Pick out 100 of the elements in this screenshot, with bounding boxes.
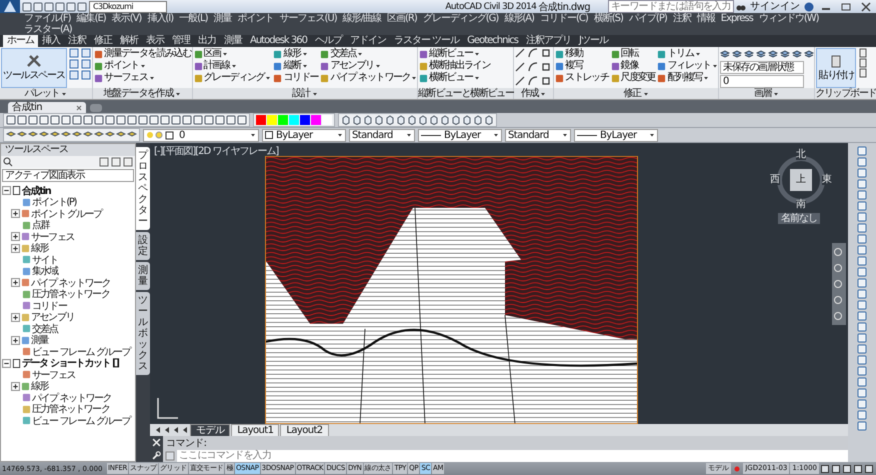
ribbon-button[interactable]: 回転 xyxy=(620,48,638,60)
draw-tool-icon[interactable] xyxy=(528,48,538,58)
ribbon-tab[interactable]: 出力 xyxy=(194,35,220,47)
menu-item[interactable]: 注釈 xyxy=(672,13,691,24)
palette-icon[interactable] xyxy=(68,70,79,80)
logo-icon[interactable] xyxy=(0,0,20,13)
ribbon-button[interactable]: アセンブリ xyxy=(330,60,374,72)
ribbon-tab[interactable]: Geotechnics xyxy=(463,35,522,47)
tree-toggle-icon[interactable] xyxy=(11,382,20,391)
color-swatch[interactable] xyxy=(300,115,310,125)
dropdown-arrow-icon[interactable] xyxy=(493,132,499,138)
tree-item[interactable]: アセンブリ xyxy=(31,310,74,324)
ribbon-tab[interactable]: ヘルプ xyxy=(310,35,346,47)
tree-toggle-icon[interactable] xyxy=(11,209,20,218)
ribbon-tab[interactable]: 測量 xyxy=(220,35,246,47)
ribbon-button[interactable]: 測量データを読み込む xyxy=(104,48,192,60)
ribbon-button[interactable]: 交差点 xyxy=(330,48,356,60)
tree-item[interactable]: 集水域 xyxy=(32,264,58,278)
side-tab[interactable]: ツールボックス xyxy=(136,292,150,375)
dropdown-arrow-icon[interactable] xyxy=(703,75,710,81)
dropdown-arrow-icon[interactable] xyxy=(642,90,649,96)
dropdown-arrow-icon[interactable] xyxy=(562,132,568,138)
clipboard-icon[interactable] xyxy=(858,58,868,68)
ribbon-tab[interactable]: 注釈アプリ xyxy=(522,35,575,47)
ucs-menu[interactable]: 名前なし xyxy=(778,213,820,224)
tree-toggle-icon[interactable] xyxy=(11,232,20,242)
ribbon-tab[interactable]: 修正 xyxy=(90,35,116,47)
menu-item[interactable]: Express xyxy=(720,13,753,24)
draw-tool-icon[interactable] xyxy=(515,48,526,58)
ribbon-tab[interactable]: Autodesk 360 xyxy=(246,35,311,47)
menu-item[interactable]: サーフェス(U) xyxy=(279,13,337,24)
menu-item[interactable]: グレーディング(G) xyxy=(422,13,498,24)
sign-in-button[interactable]: サインイン xyxy=(748,0,802,12)
tree-item[interactable]: ビュー フレーム グループ xyxy=(32,414,130,428)
draw-tool-icon[interactable] xyxy=(541,62,552,72)
dropdown-arrow-icon[interactable] xyxy=(540,90,546,96)
ribbon-tab[interactable]: アドイン xyxy=(346,35,390,47)
dropdown-arrow-icon[interactable] xyxy=(712,63,718,69)
tree-item[interactable]: サーフェス xyxy=(32,368,76,382)
ribbon-button[interactable]: 尺度変更 xyxy=(620,72,656,84)
ribbon-tab[interactable]: 管理 xyxy=(168,35,194,47)
ribbon-button[interactable]: 配列複写 xyxy=(667,72,702,84)
property-dropdown[interactable]: 0 xyxy=(179,130,185,140)
ribbon-button[interactable]: 横断抽出ライン xyxy=(429,60,490,72)
close-icon[interactable] xyxy=(150,436,163,449)
ribbon-button[interactable]: コリドー xyxy=(283,72,318,84)
menu-item[interactable]: 一般(L) xyxy=(179,13,208,24)
menu-item[interactable]: 区画(R) xyxy=(386,13,417,24)
draw-tool-icon[interactable] xyxy=(528,62,538,72)
ribbon-button[interactable]: ポイント xyxy=(104,60,139,72)
dropdown-arrow-icon[interactable] xyxy=(302,63,308,69)
menu-item[interactable]: 線形/曲線 xyxy=(342,13,381,24)
tree-item[interactable]: 合成tin xyxy=(22,184,50,198)
menu-item[interactable]: パイプ(P) xyxy=(628,13,667,24)
panel-title[interactable]: クリップボード xyxy=(815,88,876,99)
tree-item[interactable]: パイプ ネットワーク xyxy=(32,390,112,405)
ribbon-tab[interactable]: 表示 xyxy=(142,35,168,47)
dropdown-arrow-icon[interactable] xyxy=(140,63,146,69)
tree-item[interactable]: パイプ ネットワーク xyxy=(31,276,110,290)
panel-title[interactable]: 縦断ビューと横断ビュー xyxy=(418,88,514,99)
ribbon-button[interactable]: 鏡像 xyxy=(620,60,638,72)
draw-tool-icon[interactable] xyxy=(515,76,526,86)
menu-item[interactable]: ウィンドウ(W) xyxy=(758,13,819,24)
dropdown-arrow-icon[interactable] xyxy=(374,63,381,69)
clipboard-icon[interactable] xyxy=(858,68,868,78)
palette-icon[interactable] xyxy=(80,70,91,80)
layer-tool-icon[interactable] xyxy=(792,49,802,59)
viewport-label[interactable]: [-][平面図][2D ワイヤフレーム] xyxy=(154,144,278,158)
dropdown-arrow-icon[interactable] xyxy=(302,51,308,57)
dropdown-arrow-icon[interactable] xyxy=(773,90,780,96)
color-swatch[interactable] xyxy=(322,115,332,125)
dropdown-arrow-icon[interactable] xyxy=(61,90,68,96)
draw-tool-icon[interactable] xyxy=(528,76,538,86)
dropdown-arrow-icon[interactable] xyxy=(337,132,343,138)
tree-item[interactable]: コリドー xyxy=(32,298,66,313)
ribbon-button[interactable]: 縦断 xyxy=(283,60,301,72)
palette-icon[interactable] xyxy=(68,59,79,69)
view-dropdown[interactable]: アクティブ図面表示 xyxy=(2,169,134,182)
palette-icon[interactable] xyxy=(80,59,91,69)
ribbon-button[interactable]: トリム xyxy=(667,48,694,60)
dropdown-arrow-icon[interactable] xyxy=(230,63,237,69)
menu-item[interactable]: ポイント xyxy=(237,13,274,24)
tree-item[interactable]: ポイント グループ xyxy=(31,206,102,221)
palette-icon[interactable] xyxy=(68,48,79,58)
ribbon-button[interactable]: パイプ ネットワーク xyxy=(330,72,410,84)
tree-toggle-icon[interactable] xyxy=(11,278,20,288)
dropdown-arrow-icon[interactable] xyxy=(411,75,418,81)
dropdown-arrow-icon[interactable] xyxy=(694,51,701,57)
panel-title[interactable]: 修正 xyxy=(623,88,641,99)
layer-tool-icon[interactable] xyxy=(768,49,778,59)
dropdown-arrow-icon[interactable] xyxy=(265,75,272,81)
tree-toggle-icon[interactable] xyxy=(2,358,11,368)
ribbon-button[interactable]: ストレッチ xyxy=(565,72,609,84)
layer-tool-icon[interactable] xyxy=(780,49,790,59)
layout-tab[interactable]: Layout1 xyxy=(231,424,280,436)
ribbon-button[interactable]: 計画線 xyxy=(204,60,230,72)
layer-tool-icon[interactable] xyxy=(720,49,730,59)
side-tab[interactable]: 設定 xyxy=(136,232,150,260)
ribbon-button[interactable]: 移動 xyxy=(565,48,582,60)
draw-tool-icon[interactable] xyxy=(541,48,552,58)
